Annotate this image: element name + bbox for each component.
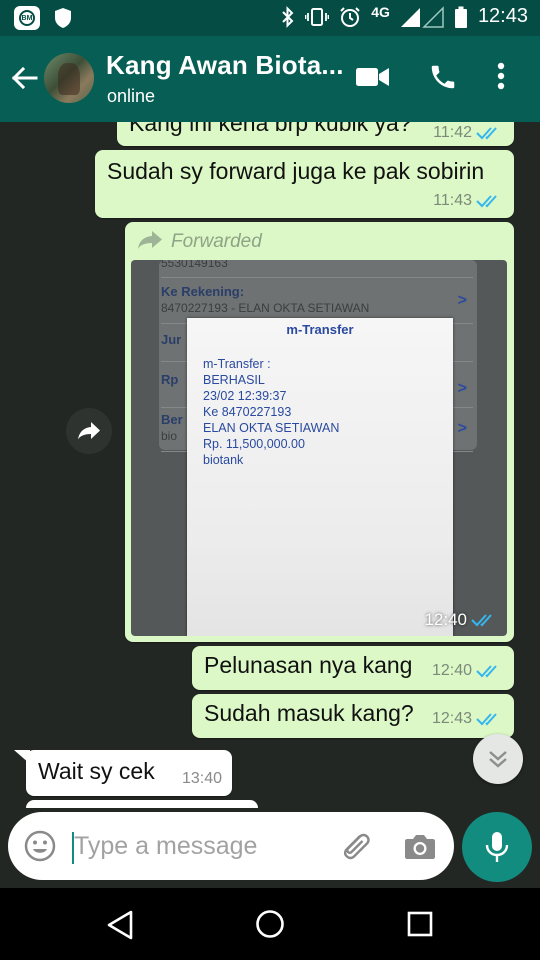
message-time: 12:40 <box>431 662 472 679</box>
nav-home-icon[interactable] <box>255 909 285 939</box>
bluetooth-icon <box>282 5 294 28</box>
contact-status: online <box>107 86 156 106</box>
clock: 12:43 <box>477 5 528 27</box>
composer-bar <box>0 808 540 888</box>
receipt-lines: m-Transfer : BERHASIL 23/02 12:39:37 Ke … <box>203 357 340 467</box>
chat-area[interactable]: Kang ini kena brp kubik ya? 11:42 Sudah … <box>0 122 540 808</box>
receipt-title: m-Transfer <box>286 322 354 337</box>
phone-icon[interactable] <box>428 62 458 92</box>
message-meta: 11:42 <box>433 124 502 142</box>
share-arrow-icon <box>78 422 100 440</box>
battery-icon <box>454 6 467 28</box>
more-vert-icon[interactable] <box>496 60 506 92</box>
nav-back-icon[interactable] <box>106 910 134 940</box>
message-bubble-outgoing[interactable]: Sudah masuk kang? 12:43 <box>192 694 514 738</box>
mic-icon <box>485 832 509 862</box>
forwarded-label: Forwarded <box>171 231 262 252</box>
bg-row: 5530149163 <box>161 260 473 278</box>
share-button[interactable] <box>66 408 112 454</box>
message-meta: 12:43 <box>432 710 502 728</box>
system-nav-bar <box>0 888 540 960</box>
message-time: 11:43 <box>433 192 472 209</box>
message-composer[interactable] <box>8 812 454 880</box>
read-ticks-icon <box>471 614 492 627</box>
message-time: 13:40 <box>181 770 222 787</box>
message-text: Pelunasan nya kang <box>204 652 413 678</box>
read-ticks-icon <box>476 713 497 726</box>
signal-icon <box>400 5 444 28</box>
network-type: 4G <box>371 3 390 20</box>
message-text: Sudah sy forward juga ke pak sobirin <box>107 158 485 184</box>
message-bubble-incoming[interactable]: Wait sy cek 13:40 <box>26 750 232 796</box>
read-ticks-icon <box>476 127 497 140</box>
message-time: 12:43 <box>431 710 472 727</box>
contact-name[interactable]: Kang Awan Biota... <box>106 50 344 81</box>
message-meta: 13:40 <box>182 770 222 788</box>
status-bar: BM 4G 12:43 <box>0 0 540 36</box>
message-bubble-outgoing[interactable]: Sudah sy forward juga ke pak sobirin 11:… <box>95 150 514 218</box>
notification-badge-icon: BM <box>14 6 40 30</box>
voice-message-button[interactable] <box>462 812 532 882</box>
message-text: Wait sy cek <box>38 758 155 784</box>
message-bubble-incoming[interactable] <box>26 800 258 808</box>
emoji-icon[interactable] <box>24 830 56 862</box>
forward-arrow-icon <box>138 231 162 249</box>
message-bubble-outgoing[interactable]: Pelunasan nya kang 12:40 <box>192 646 514 690</box>
forwarded-photo[interactable]: 5530149163 Ke Rekening: 8470227193 - ELAN… <box>131 260 507 636</box>
message-bubble-image[interactable]: Forwarded 5530149163 Ke Rekening: 8470227… <box>125 222 514 642</box>
message-text: Sudah masuk kang? <box>204 700 414 726</box>
camera-icon[interactable] <box>404 832 436 860</box>
read-ticks-icon <box>476 665 497 678</box>
message-meta: 12:40 <box>424 610 497 630</box>
scroll-to-bottom-button[interactable] <box>473 734 523 784</box>
avatar[interactable] <box>44 53 94 103</box>
vibrate-icon <box>305 7 330 26</box>
message-meta: 12:40 <box>432 662 502 680</box>
message-text: Kang ini kena brp kubik ya? <box>129 122 412 136</box>
attach-icon[interactable] <box>338 830 372 862</box>
chat-header: Kang Awan Biota... online <box>0 36 540 122</box>
video-call-icon[interactable] <box>356 66 390 88</box>
shield-icon <box>55 8 71 28</box>
message-time: 12:40 <box>424 610 467 629</box>
message-bubble-outgoing[interactable]: Kang ini kena brp kubik ya? 11:42 <box>117 122 514 146</box>
transfer-receipt: m-Transfer m-Transfer : BERHASIL 23/02 1… <box>187 318 453 636</box>
read-ticks-icon <box>476 195 497 208</box>
back-arrow-icon[interactable] <box>10 62 38 94</box>
message-time: 11:42 <box>433 124 472 141</box>
double-chevron-down-icon <box>489 751 507 768</box>
message-meta: 11:43 <box>433 192 502 210</box>
alarm-icon <box>340 6 360 27</box>
nav-recents-icon[interactable] <box>407 911 433 937</box>
message-input[interactable] <box>74 826 294 866</box>
